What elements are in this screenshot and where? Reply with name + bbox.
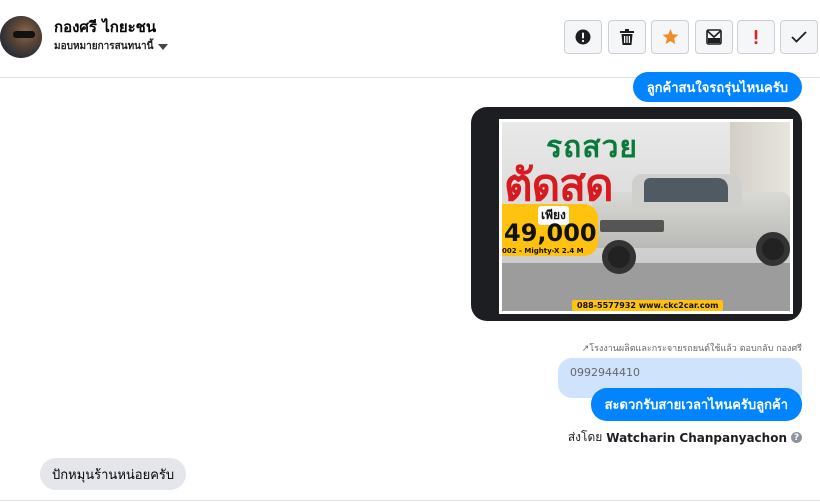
price-value: 49,000 (504, 219, 597, 247)
truck-window (644, 178, 728, 202)
star-button[interactable] (651, 20, 689, 54)
sender-name[interactable]: Watcharin Chanpanyachon (606, 431, 787, 445)
reply-context: ↗โรงงานผลิตและกระจายรถยนต์ใช้แล้ว ตอบกลั… (582, 341, 802, 355)
car-promo-photo: รถสวย ตัดสด เพียง 49,000 002 - Mighty-X … (499, 119, 793, 314)
outgoing-message[interactable]: สะดวกรับสายเวลาไหนครับลูกค้า (590, 388, 802, 421)
help-icon[interactable]: ? (791, 432, 802, 443)
delete-button[interactable] (608, 20, 646, 54)
assign-conversation-dropdown[interactable]: มอบหมายการสนทนานี้ (54, 39, 169, 54)
promo-website: 088-5577932 www.ckc2car.com (572, 300, 724, 311)
trash-icon (620, 29, 634, 45)
truck-wheel-rear (756, 232, 790, 266)
model-label: 002 - Mighty-X 2.4 M (502, 247, 584, 255)
exclamation-icon (754, 30, 758, 45)
alert-circle-icon (575, 29, 591, 45)
reply-context-text: โรงงานผลิตและกระจายรถยนต์ใช้แล้ว ตอบกลับ… (589, 344, 802, 354)
truck-grill (600, 220, 664, 232)
report-spam-button[interactable] (564, 20, 602, 54)
archive-button[interactable] (695, 20, 733, 54)
assign-label: มอบหมายการสนทนานี้ (54, 41, 154, 52)
image-attachment[interactable]: รถสวย ตัดสด เพียง 49,000 002 - Mighty-X … (471, 107, 802, 321)
mark-important-button[interactable] (737, 20, 775, 54)
conversation-header: กองศรี ไกยะชน มอบหมายการสนทนานี้ (0, 0, 820, 78)
quoted-text: 0992944410 (570, 366, 640, 379)
mark-done-button[interactable] (780, 20, 818, 54)
composer-divider (0, 500, 820, 501)
archive-icon (706, 29, 722, 45)
check-icon (791, 31, 807, 43)
incoming-message[interactable]: ปักหมุนร้านหน่อยครับ (40, 458, 187, 490)
sent-by-line: ส่งโดย Watcharin Chanpanyachon ? (568, 428, 802, 447)
sent-by-prefix: ส่งโดย (567, 430, 603, 444)
contact-avatar[interactable] (0, 16, 42, 58)
outgoing-message[interactable]: ลูกค้าสนใจรถรุ่นไหนครับ (632, 72, 802, 102)
contact-name[interactable]: กองศรี ไกยะชน (54, 15, 156, 39)
caret-down-icon (158, 43, 169, 50)
avatar-glasses (13, 31, 35, 38)
truck-wheel-front (602, 240, 636, 274)
star-icon (662, 29, 678, 45)
